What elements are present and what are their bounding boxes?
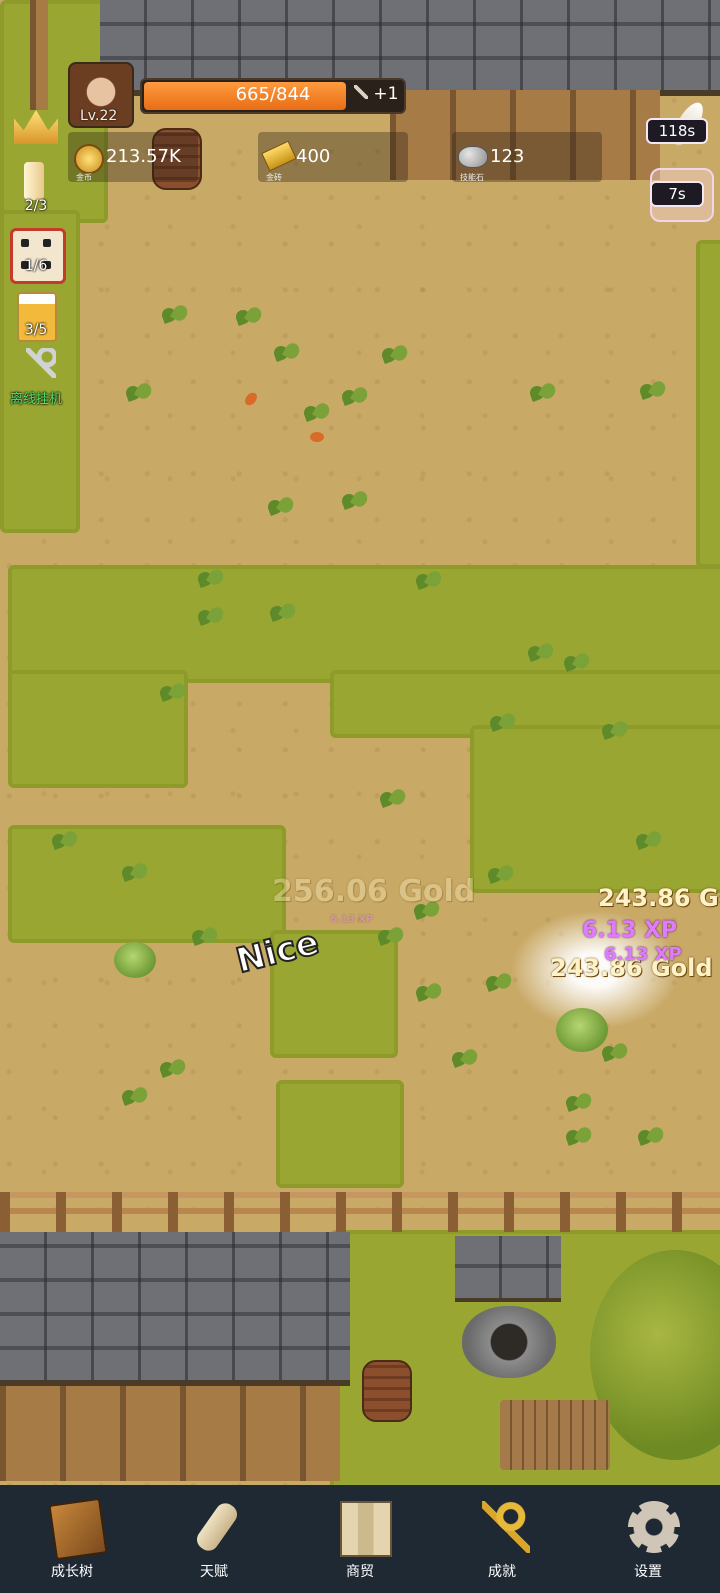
nav-label: 天赋 (200, 1564, 228, 1580)
dice-count: 1/6 (24, 258, 48, 274)
crop-sprout (526, 640, 556, 666)
golden-key-icon (482, 1501, 530, 1553)
beer-count: 3/5 (24, 322, 48, 338)
scroll-icon (193, 1499, 241, 1555)
well-roof (455, 1236, 561, 1302)
crop-sprout (234, 304, 264, 330)
nav-label: 成长树 (51, 1564, 93, 1580)
crop-sprout (266, 494, 296, 520)
crop-sprout (268, 600, 298, 626)
crop-sprout (486, 862, 516, 888)
hp-bonus[interactable]: +1 (354, 84, 398, 104)
crop-sprout (124, 380, 154, 406)
crop-sprout (158, 1056, 188, 1082)
cabbage[interactable] (114, 942, 156, 978)
book-icon (48, 1497, 108, 1561)
crop-sprout (600, 718, 630, 744)
skill-stone-caption: 技能石 (460, 173, 484, 182)
nav-achievements[interactable]: 成就 (452, 1485, 552, 1593)
gold-brick-resource[interactable]: 400 金砖 (258, 132, 408, 182)
player-level: Lv.22 (80, 108, 118, 124)
timer-chest: 7s (650, 181, 704, 207)
skill-stone-icon (458, 146, 488, 168)
crop-sprout (120, 1084, 150, 1110)
xp-gain-text: 6.13 XP (604, 944, 682, 965)
barrel (362, 1360, 412, 1422)
crop-sprout (196, 604, 226, 630)
gold-brick-caption: 金砖 (266, 173, 282, 182)
crop-sprout (196, 566, 226, 592)
crop-sprout (414, 980, 444, 1006)
gear-icon (628, 1501, 680, 1553)
crop-sprout (600, 1040, 630, 1066)
skill-stone-value: 123 (490, 146, 525, 167)
grass-patch (696, 240, 720, 568)
grass-patch (276, 1080, 404, 1188)
crop-sprout (488, 710, 518, 736)
wooden-fence (0, 1192, 720, 1232)
crop-sprout (638, 378, 668, 404)
crop-sprout (414, 568, 444, 594)
gold-gain-text: 256.06 Gold (272, 874, 476, 909)
xp-gain-text: 6.13 XP (582, 918, 678, 943)
bottom-nav: 成长树 天赋 商贸 成就 设置 (0, 1485, 720, 1593)
crop-sprout (450, 1046, 480, 1072)
gold-brick-icon (261, 140, 297, 172)
gold-coin-caption: 金币 (76, 173, 92, 182)
gold-brick-value: 400 (296, 146, 331, 167)
nav-talent[interactable]: 天赋 (164, 1485, 264, 1593)
crop-sprout (190, 924, 220, 950)
nav-trade[interactable]: 商贸 (310, 1485, 410, 1593)
crop-sprout (528, 380, 558, 406)
crop-sprout (120, 860, 150, 886)
wooden-cart (500, 1400, 610, 1470)
map-icon (340, 1501, 392, 1557)
game-world[interactable]: 256.06 Gold 6.13 XP Nice 243.86 Gold 6.1… (0, 0, 720, 1485)
crop-sprout (564, 1090, 594, 1116)
xp-gain-text: 6.13 XP (330, 914, 374, 925)
crop-sprout (636, 1124, 666, 1150)
carrot[interactable] (310, 432, 324, 442)
crop-sprout (564, 1124, 594, 1150)
stone-well[interactable] (462, 1306, 556, 1378)
gold-gain-text: 243.86 Gold (598, 884, 720, 912)
crop-sprout (50, 828, 80, 854)
house-wall (0, 1386, 340, 1481)
nav-growth-tree[interactable]: 成长树 (22, 1485, 122, 1593)
nav-label: 成就 (488, 1564, 516, 1580)
idle-label: 离线挂机 (9, 392, 62, 407)
nav-settings[interactable]: 设置 (598, 1485, 698, 1593)
crop-sprout (272, 340, 302, 366)
nav-label: 商贸 (346, 1564, 374, 1580)
crop-sprout (634, 828, 664, 854)
crop-sprout (378, 786, 408, 812)
wooden-post (30, 0, 48, 110)
gold-coin-icon (74, 144, 104, 174)
hp-bonus-text: +1 (373, 84, 399, 104)
crop-sprout (380, 342, 410, 368)
gold-coin-resource[interactable]: 213.57K 金币 (68, 132, 198, 182)
crop-sprout (340, 488, 370, 514)
crop-sprout (158, 680, 188, 706)
crop-sprout (562, 650, 592, 676)
crop-sprout (340, 384, 370, 410)
axe-icon (354, 85, 368, 99)
candle-icon[interactable] (24, 162, 44, 200)
timer-top[interactable]: 118s (646, 118, 708, 144)
gold-coin-value: 213.57K (106, 146, 181, 167)
crop-sprout (160, 302, 190, 328)
crop-sprout (376, 924, 406, 950)
nav-label: 设置 (634, 1564, 662, 1580)
dice-icon[interactable] (10, 228, 66, 284)
silver-key-icon[interactable] (26, 348, 56, 378)
house-roof (0, 1232, 350, 1386)
grass-patch (8, 565, 720, 683)
crop-sprout (302, 400, 332, 426)
skill-stone-resource[interactable]: 123 技能石 (452, 132, 602, 182)
candle-count: 2/3 (24, 198, 48, 214)
